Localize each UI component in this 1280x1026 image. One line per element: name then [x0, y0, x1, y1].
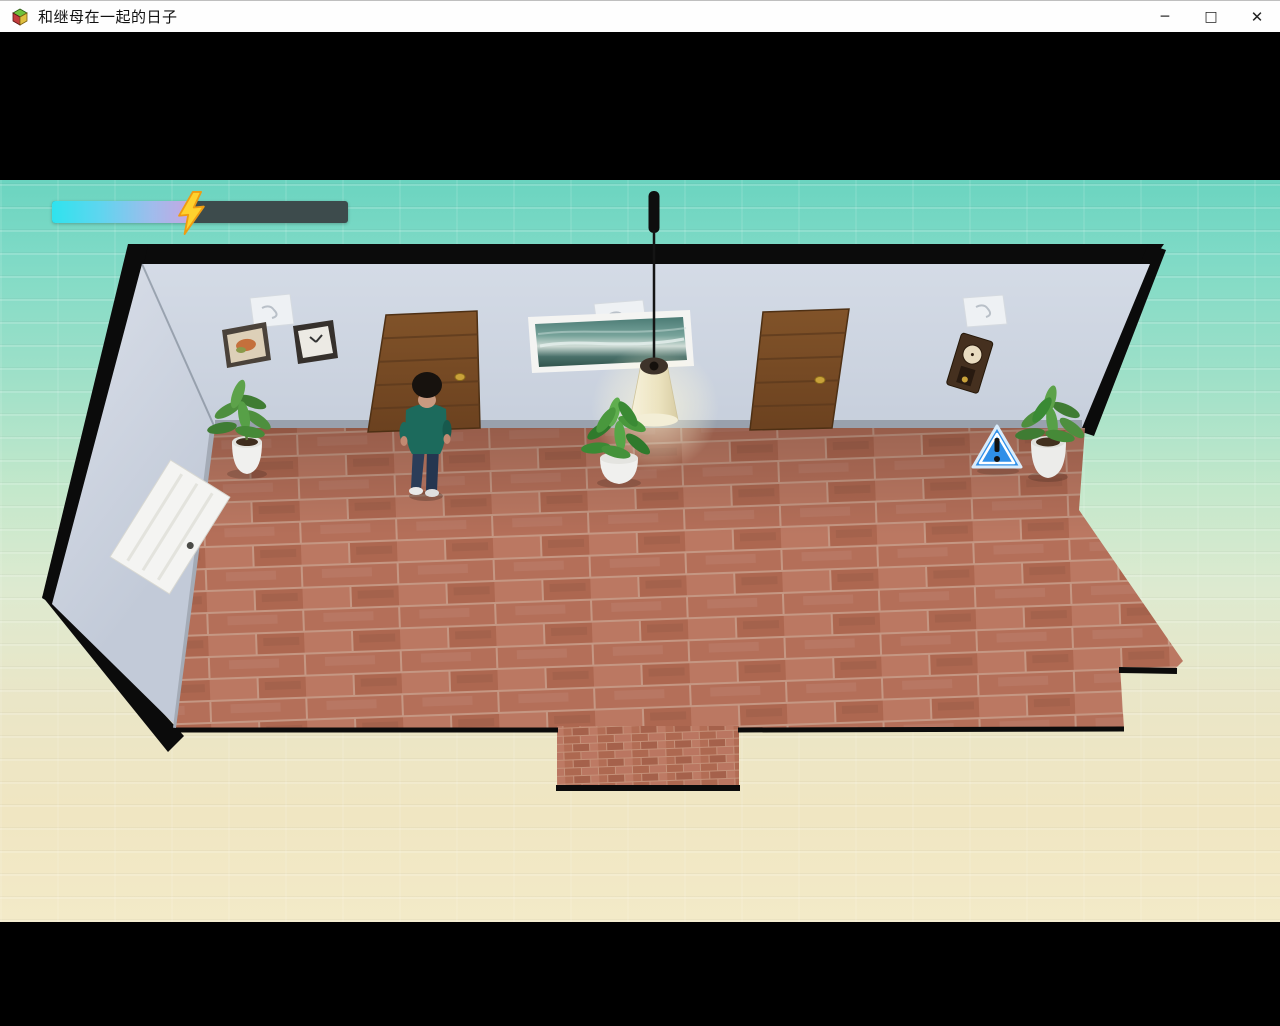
door-handle — [455, 374, 465, 381]
letterbox-top — [0, 32, 1280, 180]
air-vent-right — [963, 295, 1007, 327]
energy-bar — [52, 201, 348, 223]
rpg-cube-icon — [11, 8, 29, 26]
lamp-ceiling-mount — [649, 191, 660, 233]
game-viewport[interactable] — [0, 180, 1280, 922]
maximize-button[interactable]: □ — [1188, 1, 1234, 32]
window-controls: ─ □ ✕ — [1142, 1, 1280, 32]
minimize-button[interactable]: ─ — [1142, 1, 1188, 32]
air-vent-left — [250, 294, 294, 328]
exclamation-mark — [995, 438, 1000, 452]
right-door[interactable] — [750, 309, 849, 430]
close-button[interactable]: ✕ — [1234, 1, 1280, 32]
floor-entry-extension — [557, 726, 739, 785]
door-handle — [815, 377, 825, 384]
letterbox-bottom — [0, 922, 1280, 1026]
picture-frame — [222, 322, 271, 368]
window-titlebar[interactable]: 和继母在一起的日子 ─ □ ✕ — [0, 0, 1280, 32]
wall-clock — [293, 320, 338, 364]
lightning-bolt-icon — [171, 191, 211, 235]
room-scene — [0, 180, 1280, 922]
room-floor — [176, 428, 1183, 788]
window-title: 和继母在一起的日子 — [38, 6, 178, 27]
